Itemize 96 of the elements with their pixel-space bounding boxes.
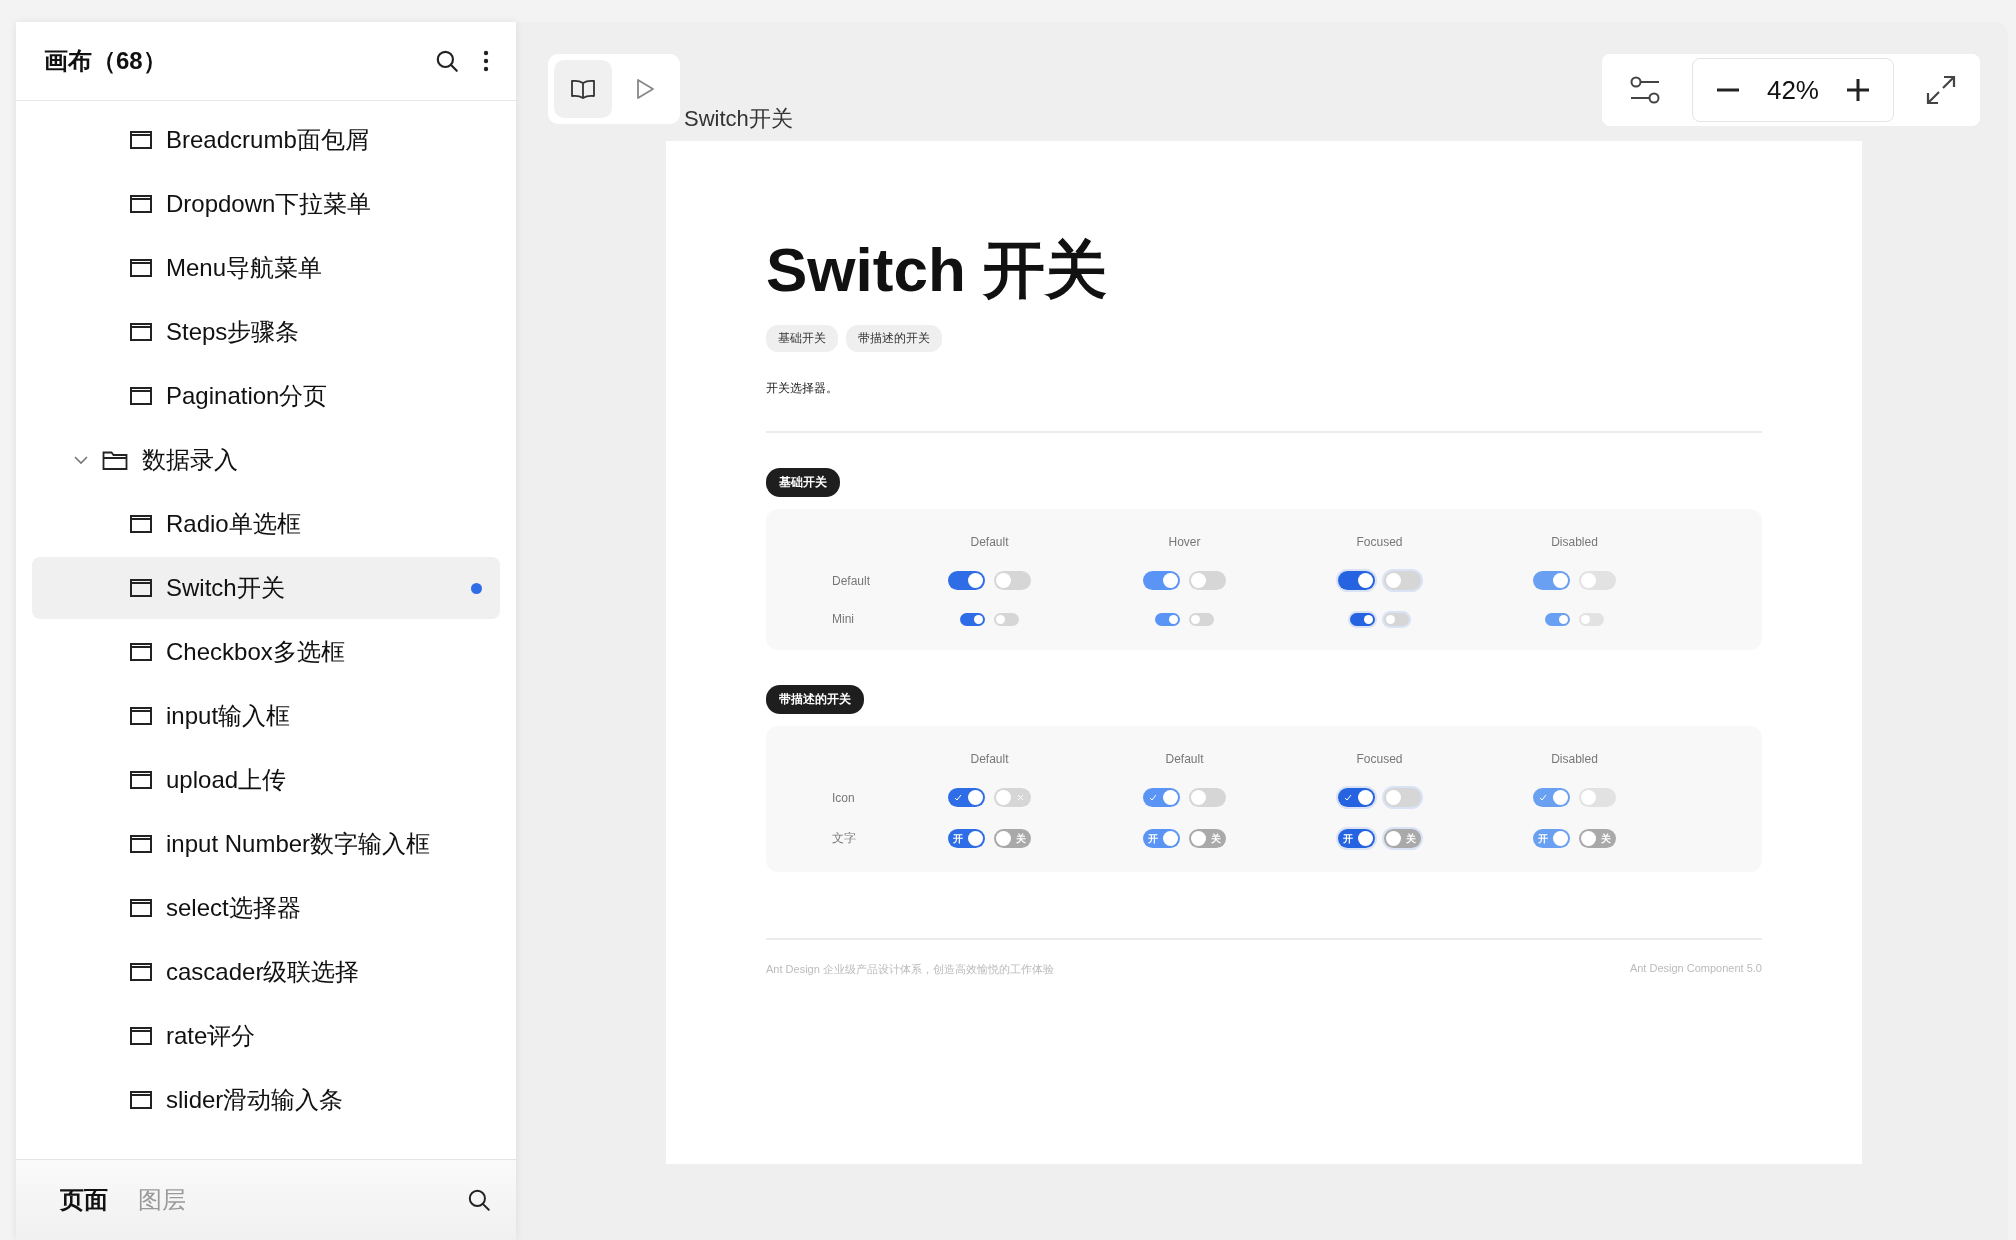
toggle-switch[interactable]	[1143, 571, 1180, 591]
frame-label: Switch开关	[684, 105, 793, 133]
toggle-switch[interactable]	[1155, 612, 1180, 626]
page-item[interactable]: Checkbox多选框	[32, 621, 500, 683]
tag: 带描述的开关	[846, 325, 942, 353]
more-icon[interactable]	[482, 49, 490, 73]
close-icon	[1017, 794, 1024, 802]
check-icon	[954, 794, 962, 802]
tag: 基础开关	[766, 325, 838, 353]
page-icon	[130, 259, 152, 277]
book-icon	[570, 78, 596, 100]
page-item[interactable]: Menu导航菜单	[32, 237, 500, 299]
toggle-switch[interactable]	[1579, 788, 1616, 808]
toggle-switch[interactable]: 开	[1338, 829, 1375, 849]
toggle-switch[interactable]	[960, 612, 985, 626]
folder-icon	[102, 449, 128, 471]
page-item[interactable]: input Number数字输入框	[32, 813, 500, 875]
section-heading: 带描述的开关	[766, 685, 864, 715]
page-item[interactable]: Steps步骤条	[32, 301, 500, 363]
toggle-switch[interactable]	[1143, 788, 1180, 808]
plus-icon[interactable]	[1845, 77, 1871, 103]
column-header: Disabled	[1550, 535, 1599, 550]
toggle-switch[interactable]	[994, 612, 1019, 626]
toggle-switch[interactable]	[1350, 612, 1375, 626]
zoom-level: 42%	[1766, 74, 1819, 106]
book-button[interactable]	[554, 60, 612, 118]
toggle-switch[interactable]	[1579, 571, 1616, 591]
toggle-switch[interactable]	[948, 788, 985, 808]
page-item[interactable]: Dropdown下拉菜单	[32, 173, 500, 235]
check-icon	[1344, 794, 1352, 802]
column-header: Hover	[1167, 535, 1202, 550]
page-icon	[130, 1027, 152, 1045]
row-label: Mini	[832, 612, 855, 627]
toggle-switch[interactable]	[1545, 612, 1570, 626]
expand-icon[interactable]	[1924, 73, 1958, 107]
toggle-switch[interactable]	[1384, 571, 1421, 591]
page-icon	[130, 963, 152, 981]
page-item[interactable]: Switch开关	[32, 557, 500, 619]
check-icon	[1149, 794, 1157, 802]
page-item[interactable]: Breadcrumb面包屑	[32, 109, 500, 171]
toggle-switch[interactable]	[1533, 788, 1570, 808]
toggle-switch[interactable]	[1533, 571, 1570, 591]
search-icon[interactable]	[466, 1187, 492, 1213]
play-icon	[635, 78, 655, 100]
page-title: Switch 开关	[766, 234, 1109, 306]
toggle-switch[interactable]	[994, 788, 1031, 808]
page-icon	[130, 131, 152, 149]
row-label: Default	[832, 573, 872, 588]
sidebar-title: 画布（68）	[44, 46, 168, 76]
column-header: Focused	[1355, 752, 1404, 767]
page-item[interactable]: upload上传	[32, 749, 500, 811]
description: 开关选择器。	[766, 380, 839, 398]
current-dot	[471, 582, 482, 594]
page-item[interactable]: Radio单选框	[32, 493, 500, 555]
column-header: Default	[969, 535, 1010, 550]
toggle-switch[interactable]	[1579, 612, 1604, 626]
section-heading: 基础开关	[766, 468, 840, 498]
toggle-switch[interactable]	[994, 571, 1031, 591]
page-icon	[130, 195, 152, 213]
column-header: Disabled	[1550, 752, 1599, 767]
row-label: Icon	[832, 790, 856, 805]
chevron-icon	[74, 455, 88, 465]
page-icon	[130, 515, 152, 533]
column-header: Default	[1164, 752, 1205, 767]
toggle-switch[interactable]	[1189, 788, 1226, 808]
toggle-switch[interactable]	[1384, 612, 1409, 626]
page-item[interactable]: input输入框	[32, 685, 500, 747]
row-label: 文字	[832, 830, 857, 848]
page-icon	[130, 323, 152, 341]
page-icon	[130, 899, 152, 917]
footer-version: Ant Design Component 5.0	[1629, 962, 1762, 977]
page-icon	[130, 387, 152, 405]
page-item[interactable]: Pagination分页	[32, 365, 500, 427]
sidebar-tab[interactable]: 页面	[56, 1184, 112, 1216]
column-header: Default	[969, 752, 1010, 767]
page-icon	[130, 771, 152, 789]
toggle-switch[interactable]	[1384, 788, 1421, 808]
page-icon	[130, 1091, 152, 1109]
toggle-switch[interactable]	[1338, 571, 1375, 591]
search-icon[interactable]	[434, 48, 460, 74]
toggle-switch[interactable]: 开	[948, 829, 985, 849]
page-item[interactable]: slider滑动输入条	[32, 1069, 500, 1131]
page-item[interactable]: select选择器	[32, 877, 500, 939]
toggle-switch[interactable]	[1189, 571, 1226, 591]
page-item[interactable]: rate评分	[32, 1005, 500, 1067]
check-icon	[1539, 794, 1547, 802]
page-icon	[130, 643, 152, 661]
page-icon	[130, 579, 152, 597]
page-icon	[130, 707, 152, 725]
column-header: Focused	[1355, 535, 1404, 550]
folder-item[interactable]: 数据录入	[32, 429, 500, 491]
toggle-switch[interactable]	[1338, 788, 1375, 808]
page-item[interactable]: cascader级联选择	[32, 941, 500, 1003]
page-icon	[130, 835, 152, 853]
toggle-switch[interactable]	[1189, 612, 1214, 626]
toggle-switch[interactable]	[948, 571, 985, 591]
